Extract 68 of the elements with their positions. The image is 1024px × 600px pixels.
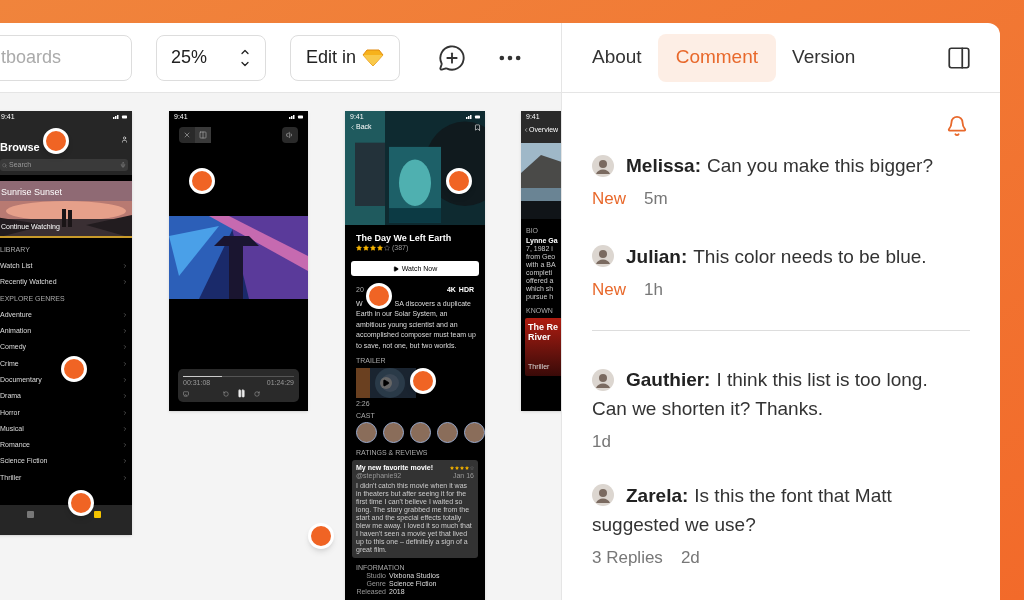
comment-time: 1h bbox=[644, 278, 663, 301]
pause-icon[interactable] bbox=[237, 389, 246, 398]
new-label: New bbox=[592, 278, 626, 301]
split-view-icon[interactable] bbox=[195, 127, 211, 143]
play-icon bbox=[392, 265, 399, 272]
avatar-icon bbox=[592, 154, 614, 177]
chevron-right-icon bbox=[122, 458, 128, 465]
comment-author: Zarela: bbox=[626, 483, 689, 508]
chevron-right-icon bbox=[122, 279, 128, 286]
chevron-right-icon bbox=[122, 360, 128, 367]
bookmark-icon[interactable] bbox=[474, 123, 481, 131]
diamond-icon bbox=[362, 48, 385, 67]
back-chevron-icon[interactable] bbox=[523, 127, 529, 133]
chevron-right-icon bbox=[122, 311, 128, 318]
comment-author: Julian: bbox=[626, 244, 688, 269]
screen-title: Browse bbox=[0, 142, 40, 153]
avatar-icon bbox=[592, 484, 614, 506]
back-chevron-icon[interactable] bbox=[349, 123, 356, 131]
chevron-right-icon bbox=[122, 409, 128, 416]
movie-title: The Day We Left Earth bbox=[356, 233, 453, 244]
comment-text: Can we shorten it? Thanks. bbox=[592, 397, 824, 421]
comment-text: Is this the font that Matt bbox=[694, 483, 892, 508]
edit-button[interactable]: Edit in bbox=[290, 34, 401, 81]
cast-avatar[interactable] bbox=[437, 422, 458, 443]
chevron-right-icon bbox=[122, 328, 128, 335]
cast-avatar[interactable] bbox=[410, 422, 431, 443]
new-label: New bbox=[592, 188, 626, 210]
cast-avatar[interactable] bbox=[464, 422, 485, 443]
panel-tab[interactable]: Version bbox=[782, 33, 866, 82]
forward-icon[interactable] bbox=[254, 390, 260, 397]
hero-title: Sunrise Sunset bbox=[1, 186, 64, 199]
comment-text: Can you make this bigger? bbox=[707, 154, 933, 178]
volume-icon[interactable] bbox=[282, 127, 298, 143]
cast-avatar[interactable] bbox=[356, 422, 377, 443]
chevron-right-icon bbox=[122, 376, 128, 383]
chevron-right-icon bbox=[122, 442, 128, 449]
rewind-icon[interactable] bbox=[223, 390, 229, 397]
user-icon[interactable] bbox=[121, 136, 128, 143]
card-title: The Re bbox=[528, 322, 559, 332]
replies-link[interactable]: 3 Replies bbox=[592, 544, 663, 570]
sidebar-toggle-icon[interactable] bbox=[946, 44, 972, 71]
chevron-right-icon bbox=[122, 344, 128, 351]
cast-avatar[interactable] bbox=[383, 422, 404, 443]
zoom-field[interactable]: 25% bbox=[156, 34, 266, 81]
avatar-icon bbox=[592, 245, 614, 267]
mic-icon bbox=[120, 162, 126, 168]
notification-bell-icon[interactable] bbox=[946, 115, 968, 137]
avatar-icon bbox=[592, 368, 614, 391]
comment-author: Melissa: bbox=[626, 154, 701, 178]
airplay-icon[interactable] bbox=[183, 390, 189, 397]
chevron-right-icon bbox=[122, 263, 128, 270]
signal-icon bbox=[113, 115, 127, 119]
chevron-right-icon bbox=[122, 393, 128, 400]
comment-author: Gauthier: bbox=[626, 368, 711, 392]
comment-time: 2d bbox=[680, 546, 700, 569]
search-icon bbox=[2, 162, 7, 168]
comment-time: 5m bbox=[644, 188, 668, 210]
comment-text: I think this list is too long. bbox=[716, 368, 928, 392]
chevron-right-icon bbox=[122, 425, 128, 432]
comment-time: 1d bbox=[592, 431, 611, 453]
card-title: River bbox=[528, 332, 552, 342]
signal-icon bbox=[466, 115, 480, 119]
comment-text: suggested we use? bbox=[592, 512, 757, 537]
chevron-right-icon bbox=[122, 474, 128, 481]
comment-text: This color needs to be blue. bbox=[693, 244, 927, 269]
signal-icon bbox=[289, 115, 303, 119]
add-comment-icon[interactable] bbox=[438, 43, 467, 72]
panel-tab[interactable]: About bbox=[582, 33, 652, 82]
